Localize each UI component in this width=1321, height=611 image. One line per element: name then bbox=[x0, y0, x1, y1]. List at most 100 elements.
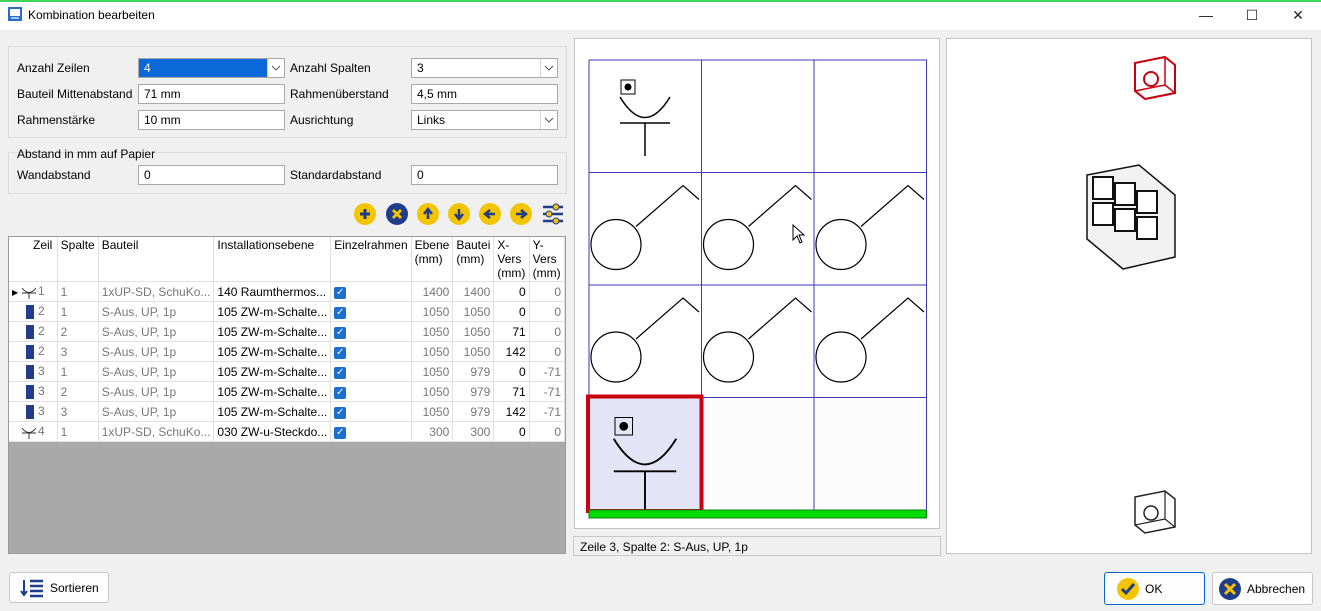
table-cell-einzel[interactable]: ✓ bbox=[330, 301, 412, 322]
frame-gap-input[interactable]: 4,5 mm bbox=[411, 84, 558, 104]
table-row[interactable]: 2 1 S-Aus, UP, 1p 105 ZW-m-Schalte... ✓ 1050 1… bbox=[9, 301, 565, 322]
grid-cell[interactable] bbox=[588, 284, 702, 398]
table-cell-x[interactable]: 71 bbox=[493, 321, 530, 342]
table-cell-y[interactable]: -71 bbox=[529, 401, 565, 422]
table-cell-einzel[interactable]: ✓ bbox=[330, 381, 412, 402]
table-cell-spalte[interactable]: 2 bbox=[57, 381, 99, 402]
grid-cell[interactable] bbox=[701, 284, 815, 398]
minimize-button[interactable]: — bbox=[1183, 2, 1229, 28]
grid-cell[interactable] bbox=[813, 397, 927, 511]
table-cell-b[interactable]: 979 bbox=[452, 381, 495, 402]
table-cell-ebene[interactable]: 105 ZW-m-Schalte... bbox=[213, 381, 332, 402]
table-cell-e[interactable]: 300 bbox=[411, 421, 454, 442]
table-cell-einzel[interactable]: ✓ bbox=[330, 321, 412, 342]
table-cell-spalte[interactable]: 1 bbox=[57, 281, 99, 302]
table-cell-x[interactable]: 142 bbox=[493, 401, 530, 422]
checkbox[interactable]: ✓ bbox=[334, 367, 347, 379]
grid-cell[interactable] bbox=[813, 59, 927, 173]
column-header[interactable]: Zeil bbox=[9, 237, 58, 282]
grid-cell[interactable] bbox=[701, 59, 815, 173]
table-cell-ebene[interactable]: 105 ZW-m-Schalte... bbox=[213, 321, 332, 342]
table-cell-bauteil[interactable]: 1xUP-SD, SchuKo... bbox=[98, 421, 215, 442]
table-cell-spalte[interactable]: 3 bbox=[57, 341, 99, 362]
table-cell-bauteil[interactable]: 1xUP-SD, SchuKo... bbox=[98, 281, 215, 302]
table-cell-ebene[interactable]: 105 ZW-m-Schalte... bbox=[213, 361, 332, 382]
table-cell-b[interactable]: 1050 bbox=[452, 321, 495, 342]
table-cell-einzel[interactable]: ✓ bbox=[330, 361, 412, 382]
table-cell-bauteil[interactable]: S-Aus, UP, 1p bbox=[98, 381, 215, 402]
move-up-button[interactable] bbox=[417, 203, 439, 225]
close-button[interactable]: ✕ bbox=[1275, 2, 1321, 28]
move-right-button[interactable] bbox=[510, 203, 532, 225]
table-cell-bauteil[interactable]: S-Aus, UP, 1p bbox=[98, 361, 215, 382]
table-cell-ebene[interactable]: 140 Raumthermos... bbox=[213, 281, 332, 302]
column-header[interactable]: Ebene (mm) bbox=[411, 237, 454, 282]
table-cell-y[interactable]: 0 bbox=[529, 301, 565, 322]
table-cell-x[interactable]: 142 bbox=[493, 341, 530, 362]
maximize-button[interactable]: ☐ bbox=[1229, 2, 1275, 28]
column-header[interactable]: Bautei (mm) bbox=[452, 237, 495, 282]
combination-preview[interactable] bbox=[574, 38, 940, 529]
checkbox[interactable]: ✓ bbox=[334, 407, 347, 419]
move-left-button[interactable] bbox=[479, 203, 501, 225]
table-cell-zeile[interactable]: 2 bbox=[9, 301, 58, 322]
table-cell-b[interactable]: 1400 bbox=[452, 281, 495, 302]
table-cell-ebene[interactable]: 105 ZW-m-Schalte... bbox=[213, 301, 332, 322]
table-cell-spalte[interactable]: 2 bbox=[57, 321, 99, 342]
table-cell-bauteil[interactable]: S-Aus, UP, 1p bbox=[98, 301, 215, 322]
table-cell-e[interactable]: 1050 bbox=[411, 361, 454, 382]
table-cell-y[interactable]: 0 bbox=[529, 341, 565, 362]
table-cell-y[interactable]: -71 bbox=[529, 381, 565, 402]
table-cell-x[interactable]: 0 bbox=[493, 361, 530, 382]
table-cell-zeile[interactable]: 3 bbox=[9, 381, 58, 402]
ok-button[interactable]: OK bbox=[1104, 572, 1205, 605]
table-cell-zeile[interactable]: 3 bbox=[9, 401, 58, 422]
table-row[interactable]: 2 2 S-Aus, UP, 1p 105 ZW-m-Schalte... ✓ 1050 1… bbox=[9, 321, 565, 342]
table-cell-b[interactable]: 1050 bbox=[452, 341, 495, 362]
move-down-button[interactable] bbox=[448, 203, 470, 225]
wall-distance-input[interactable]: 0 bbox=[138, 165, 285, 185]
table-cell-ebene[interactable]: 105 ZW-m-Schalte... bbox=[213, 341, 332, 362]
column-header[interactable]: Installationsebene bbox=[213, 237, 332, 282]
column-header[interactable]: Einzelrahmen bbox=[330, 237, 412, 282]
table-cell-einzel[interactable]: ✓ bbox=[330, 401, 412, 422]
settings-button[interactable] bbox=[541, 203, 565, 225]
cols-select[interactable]: 3 bbox=[411, 58, 558, 78]
table-cell-e[interactable]: 1400 bbox=[411, 281, 454, 302]
table-cell-zeile[interactable]: 2 bbox=[9, 341, 58, 362]
table-cell-b[interactable]: 979 bbox=[452, 401, 495, 422]
table-cell-y[interactable]: 0 bbox=[529, 421, 565, 442]
table-row[interactable]: 3 2 S-Aus, UP, 1p 105 ZW-m-Schalte... ✓ 1050 9… bbox=[9, 381, 565, 402]
table-cell-bauteil[interactable]: S-Aus, UP, 1p bbox=[98, 341, 215, 362]
table-cell-b[interactable]: 1050 bbox=[452, 301, 495, 322]
table-cell-x[interactable]: 0 bbox=[493, 281, 530, 302]
table-cell-zeile[interactable]: ▶ 1 bbox=[9, 281, 58, 302]
table-row[interactable]: 4 1 1xUP-SD, SchuKo... 030 ZW-u-Steckdo... ✓… bbox=[9, 421, 565, 442]
grid-cell[interactable] bbox=[813, 172, 927, 286]
table-cell-x[interactable]: 71 bbox=[493, 381, 530, 402]
table-cell-e[interactable]: 1050 bbox=[411, 401, 454, 422]
grid-cell[interactable] bbox=[588, 172, 702, 286]
checkbox[interactable]: ✓ bbox=[334, 427, 347, 439]
table-cell-spalte[interactable]: 3 bbox=[57, 401, 99, 422]
remove-button[interactable] bbox=[386, 203, 408, 225]
sort-button[interactable]: Sortieren bbox=[9, 572, 109, 603]
rows-select[interactable]: 4 bbox=[138, 58, 285, 78]
column-header[interactable]: Spalte bbox=[57, 237, 99, 282]
table-cell-e[interactable]: 1050 bbox=[411, 301, 454, 322]
table-cell-e[interactable]: 1050 bbox=[411, 341, 454, 362]
table-cell-y[interactable]: -71 bbox=[529, 361, 565, 382]
table-cell-spalte[interactable]: 1 bbox=[57, 361, 99, 382]
frame-thickness-input[interactable]: 10 mm bbox=[138, 110, 285, 130]
checkbox[interactable]: ✓ bbox=[334, 387, 347, 399]
column-header[interactable]: Y-Vers (mm) bbox=[529, 237, 565, 282]
checkbox[interactable]: ✓ bbox=[334, 327, 347, 339]
table-cell-e[interactable]: 1050 bbox=[411, 381, 454, 402]
table-cell-bauteil[interactable]: S-Aus, UP, 1p bbox=[98, 321, 215, 342]
table-cell-zeile[interactable]: 2 bbox=[9, 321, 58, 342]
preview-canvas[interactable] bbox=[575, 39, 941, 530]
table-cell-zeile[interactable]: 3 bbox=[9, 361, 58, 382]
table-cell-x[interactable]: 0 bbox=[493, 301, 530, 322]
checkbox[interactable]: ✓ bbox=[334, 347, 347, 359]
table-cell-spalte[interactable]: 1 bbox=[57, 421, 99, 442]
